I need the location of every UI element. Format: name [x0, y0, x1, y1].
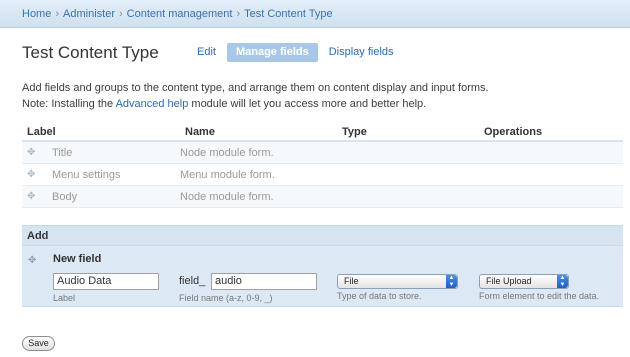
tab-display-fields[interactable]: Display fields [320, 43, 403, 62]
field-name-input[interactable]: audio [211, 273, 317, 290]
column-header-name: Name [185, 126, 215, 138]
breadcrumb-bar: Home › Administer › Content management › Test … [0, 0, 630, 28]
help-line-2-prefix: Note: Installing the [22, 98, 116, 110]
new-field-label-input[interactable]: Audio Data [53, 273, 159, 290]
breadcrumb-separator: › [118, 8, 123, 20]
widget-type-value: File Upload [486, 276, 532, 286]
drag-handle-icon[interactable]: ✥ [27, 170, 37, 180]
help-text: Add fields and groups to the content typ… [22, 80, 612, 112]
row-name: Node module form. [180, 147, 274, 159]
table-header: Label Name Type Operations [22, 122, 623, 142]
new-field-label: New field [53, 253, 102, 265]
field-type-select[interactable]: File ▲ ▼ [337, 274, 458, 289]
breadcrumb-content-management[interactable]: Content management [127, 8, 233, 20]
row-label: Body [52, 191, 78, 203]
breadcrumb-administer[interactable]: Administer [63, 8, 115, 20]
table-row: ✥ Body Node module form. [22, 186, 623, 208]
add-header: Add [22, 226, 623, 246]
row-label: Menu settings [52, 169, 121, 181]
drag-handle-icon[interactable]: ✥ [27, 148, 37, 158]
field-type-hint: Type of data to store. [337, 291, 422, 301]
widget-type-hint: Form element to edit the data. [479, 291, 600, 301]
breadcrumb-current[interactable]: Test Content Type [244, 8, 332, 20]
help-line-2-suffix: module will let you access more and bett… [188, 98, 427, 110]
field-name-hint: Field name (a-z, 0-9, _) [179, 293, 273, 303]
table-row: ✥ Menu settings Menu module form. [22, 164, 623, 186]
advanced-help-link[interactable]: Advanced help [116, 98, 189, 110]
select-arrows-icon: ▲ ▼ [446, 275, 457, 288]
breadcrumb-separator: › [55, 8, 60, 20]
save-button[interactable]: Save [22, 336, 55, 351]
label-hint: Label [53, 293, 76, 303]
drag-handle-icon[interactable]: ✥ [27, 192, 37, 202]
drag-handle-icon[interactable]: ✥ [28, 255, 36, 266]
column-header-operations: Operations [484, 126, 543, 138]
breadcrumb-separator: › [236, 8, 241, 20]
help-line-1: Add fields and groups to the content typ… [22, 82, 489, 94]
row-label: Title [52, 147, 73, 159]
tab-edit[interactable]: Edit [188, 43, 225, 62]
field-name-prefix: field_ [179, 275, 206, 287]
tabs: Edit Manage fields Display fields [188, 43, 405, 62]
breadcrumb-home[interactable]: Home [22, 8, 51, 20]
table-row: ✥ Title Node module form. [22, 142, 623, 164]
page-title: Test Content Type [22, 43, 159, 62]
field-type-value: File [344, 276, 359, 286]
widget-type-select[interactable]: File Upload ▲ ▼ [479, 274, 569, 289]
fields-table: Label Name Type Operations ✥ Title Node … [22, 122, 623, 208]
column-header-label: Label [27, 126, 56, 138]
tab-manage-fields[interactable]: Manage fields [226, 43, 318, 62]
row-name: Menu module form. [180, 169, 275, 181]
add-field-section: Add ✥ New field Audio Data Label field_ … [22, 225, 623, 307]
column-header-type: Type [342, 126, 367, 138]
select-arrows-icon: ▲ ▼ [557, 275, 568, 288]
help-line-2: Note: Installing the Advanced help modul… [22, 96, 612, 112]
breadcrumb: Home › Administer › Content management › Test … [22, 8, 333, 20]
row-name: Node module form. [180, 191, 274, 203]
